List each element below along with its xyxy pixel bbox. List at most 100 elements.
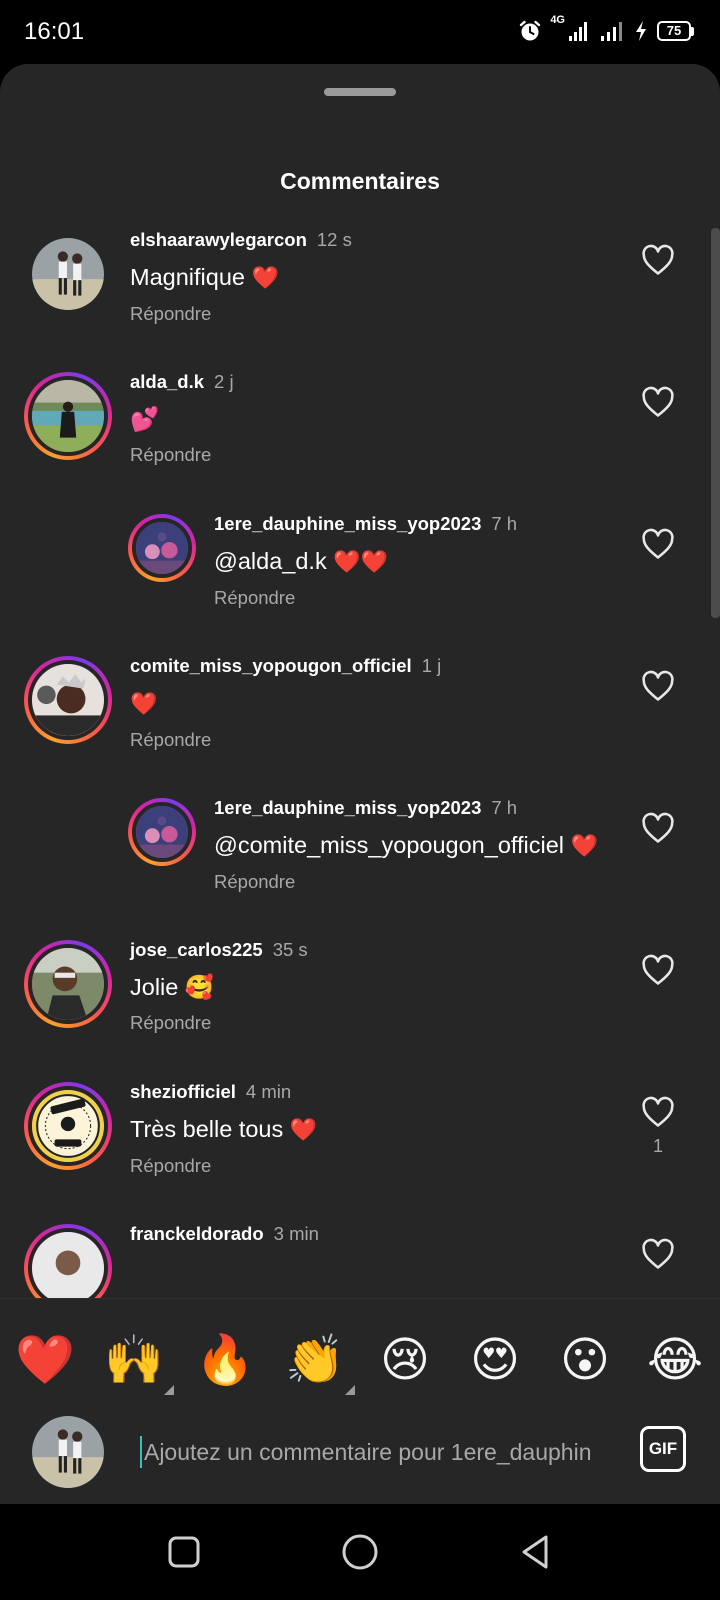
recent-apps-icon[interactable] [162, 1530, 206, 1574]
comment-username[interactable]: 1ere_dauphine_miss_yop2023 [214, 797, 481, 818]
comment-text[interactable]: @alda_d.k [214, 548, 327, 574]
heart-outline-icon [642, 954, 674, 985]
status-bar: 16:01 4G 75 [0, 0, 720, 64]
avatar[interactable] [24, 1082, 112, 1170]
shezi-logo [32, 1090, 104, 1162]
status-time: 16:01 [24, 18, 85, 45]
comment-username[interactable]: 1ere_dauphine_miss_yop2023 [214, 513, 481, 534]
like-count: 1 [652, 1136, 663, 1156]
system-nav-bar [0, 1504, 720, 1600]
comment-item: comite_miss_yopougon_officiel 1 j ❤️ Répo… [0, 648, 720, 790]
heart-outline-icon [642, 244, 674, 275]
emoji-clap-button[interactable]: 👏 [285, 1331, 355, 1395]
heart-outline-icon [642, 386, 674, 417]
emoji-fire-button[interactable]: 🔥 [195, 1331, 255, 1391]
battery-level: 75 [657, 21, 691, 41]
like-button[interactable] [638, 386, 678, 426]
status-icons: 4G 75 [518, 14, 694, 46]
comment-emoji: 💕 [130, 406, 160, 432]
avatar[interactable] [24, 940, 112, 1028]
like-button[interactable] [638, 954, 678, 994]
comment-username[interactable]: elshaarawylegarcon [130, 229, 307, 250]
reply-button[interactable]: Répondre [130, 1012, 211, 1034]
avatar[interactable] [128, 514, 196, 582]
heart-outline-icon [642, 1238, 674, 1269]
avatar[interactable] [24, 656, 112, 744]
like-button[interactable] [638, 1238, 678, 1278]
comment-emoji: 🥰 [184, 974, 215, 1000]
like-button[interactable] [638, 528, 678, 568]
reply-button[interactable]: Répondre [130, 303, 211, 325]
comment-username[interactable]: sheziofficiel [130, 1081, 236, 1102]
comment-item: elshaarawylegarcon 12 s Magnifique ❤️ Rép… [0, 222, 720, 364]
comment-list[interactable]: elshaarawylegarcon 12 s Magnifique ❤️ Rép… [0, 222, 720, 1362]
comment-time: 2 j [214, 371, 234, 392]
comment-reply-item: 1ere_dauphine_miss_yop2023 7 h @comite_mi… [0, 790, 720, 932]
comment-username[interactable]: franckeldorado [130, 1223, 264, 1244]
like-button[interactable] [638, 812, 678, 852]
clap-emoji: 👏 [285, 1334, 345, 1387]
comment-emoji: ❤️ [251, 265, 279, 290]
emoji-surprised-button[interactable]: 😮 [555, 1331, 615, 1391]
comment-time: 35 s [272, 939, 308, 960]
emoji-crying-button[interactable]: 😢 [375, 1331, 435, 1391]
comment-username[interactable]: alda_d.k [130, 371, 204, 392]
like-button[interactable]: 1 [638, 1096, 678, 1157]
comment-text: Magnifique [130, 264, 245, 290]
reply-button[interactable]: Répondre [130, 729, 211, 751]
alarm-icon [520, 20, 541, 41]
comment-input[interactable]: Ajoutez un commentaire pour 1ere_dauphin [140, 1428, 610, 1476]
battery-indicator: 75 [657, 21, 694, 41]
heart-outline-icon [642, 528, 674, 559]
comment-text[interactable]: @comite_miss_yopougon_officiel [214, 832, 564, 858]
comment-emoji: ❤️❤️ [333, 549, 389, 574]
comment-time: 4 min [245, 1081, 292, 1102]
comment-time: 1 j [421, 655, 442, 676]
sheet-title: Commentaires [280, 168, 440, 194]
sheet-drag-handle[interactable] [324, 88, 396, 96]
comment-text: Très belle tous [130, 1116, 284, 1142]
comment-time: 7 h [491, 513, 518, 534]
comment-emoji: ❤️ [570, 833, 598, 858]
text-caret [140, 1436, 142, 1468]
comment-username[interactable]: comite_miss_yopougon_officiel [130, 655, 412, 676]
comment-item: jose_carlos225 35 s Jolie 🥰 Répondre [0, 932, 720, 1074]
emoji-quick-bar: ❤️ 🙌 🔥 👏 😢 😍 😮 😂 [0, 1298, 720, 1408]
network-type-label: 4G [550, 14, 565, 26]
signal-icon [601, 22, 622, 41]
avatar[interactable] [24, 372, 112, 460]
reply-button[interactable]: Répondre [130, 444, 211, 466]
gif-button[interactable]: GIF [640, 1426, 686, 1472]
comments-sheet: Commentaires elshaarawylegarcon 12 s Magn [0, 64, 720, 1504]
comment-emoji: ❤️ [130, 691, 158, 716]
emoji-laughing-button[interactable]: 😂 [645, 1331, 705, 1391]
comment-composer: Ajoutez un commentaire pour 1ere_dauphin… [0, 1408, 720, 1504]
comment-time: 12 s [316, 229, 352, 250]
comment-emoji: ❤️ [289, 1117, 318, 1142]
emoji-heart-eyes-button[interactable]: 😍 [465, 1331, 525, 1391]
comment-username[interactable]: jose_carlos225 [130, 939, 263, 960]
comment-text: Jolie [130, 974, 179, 1000]
back-icon[interactable] [514, 1530, 558, 1574]
avatar[interactable] [128, 798, 196, 866]
comment-reply-item: 1ere_dauphine_miss_yop2023 7 h @alda_d.k … [0, 506, 720, 648]
heart-outline-icon [642, 1096, 674, 1127]
comment-item: sheziofficiel 4 min Très belle tous ❤️ Ré… [0, 1074, 720, 1216]
like-button[interactable] [638, 244, 678, 284]
signal-4g-icon [569, 22, 587, 41]
raised-hands-emoji: 🙌 [104, 1334, 164, 1387]
comment-time: 3 min [273, 1223, 319, 1244]
reply-button[interactable]: Répondre [130, 1155, 211, 1177]
charging-icon [636, 21, 646, 41]
reply-button[interactable]: Répondre [214, 587, 295, 609]
comment-item: alda_d.k 2 j 💕 Répondre [0, 364, 720, 506]
home-icon[interactable] [338, 1530, 382, 1574]
emoji-heart-button[interactable]: ❤️ [15, 1331, 75, 1391]
reply-button[interactable]: Répondre [214, 871, 295, 893]
comment-input-placeholder: Ajoutez un commentaire pour 1ere_dauphin [143, 1438, 592, 1465]
heart-outline-icon [642, 670, 674, 701]
avatar[interactable] [24, 230, 112, 318]
emoji-raised-hands-button[interactable]: 🙌 [104, 1331, 174, 1395]
like-button[interactable] [638, 670, 678, 710]
current-user-avatar [32, 1416, 104, 1488]
